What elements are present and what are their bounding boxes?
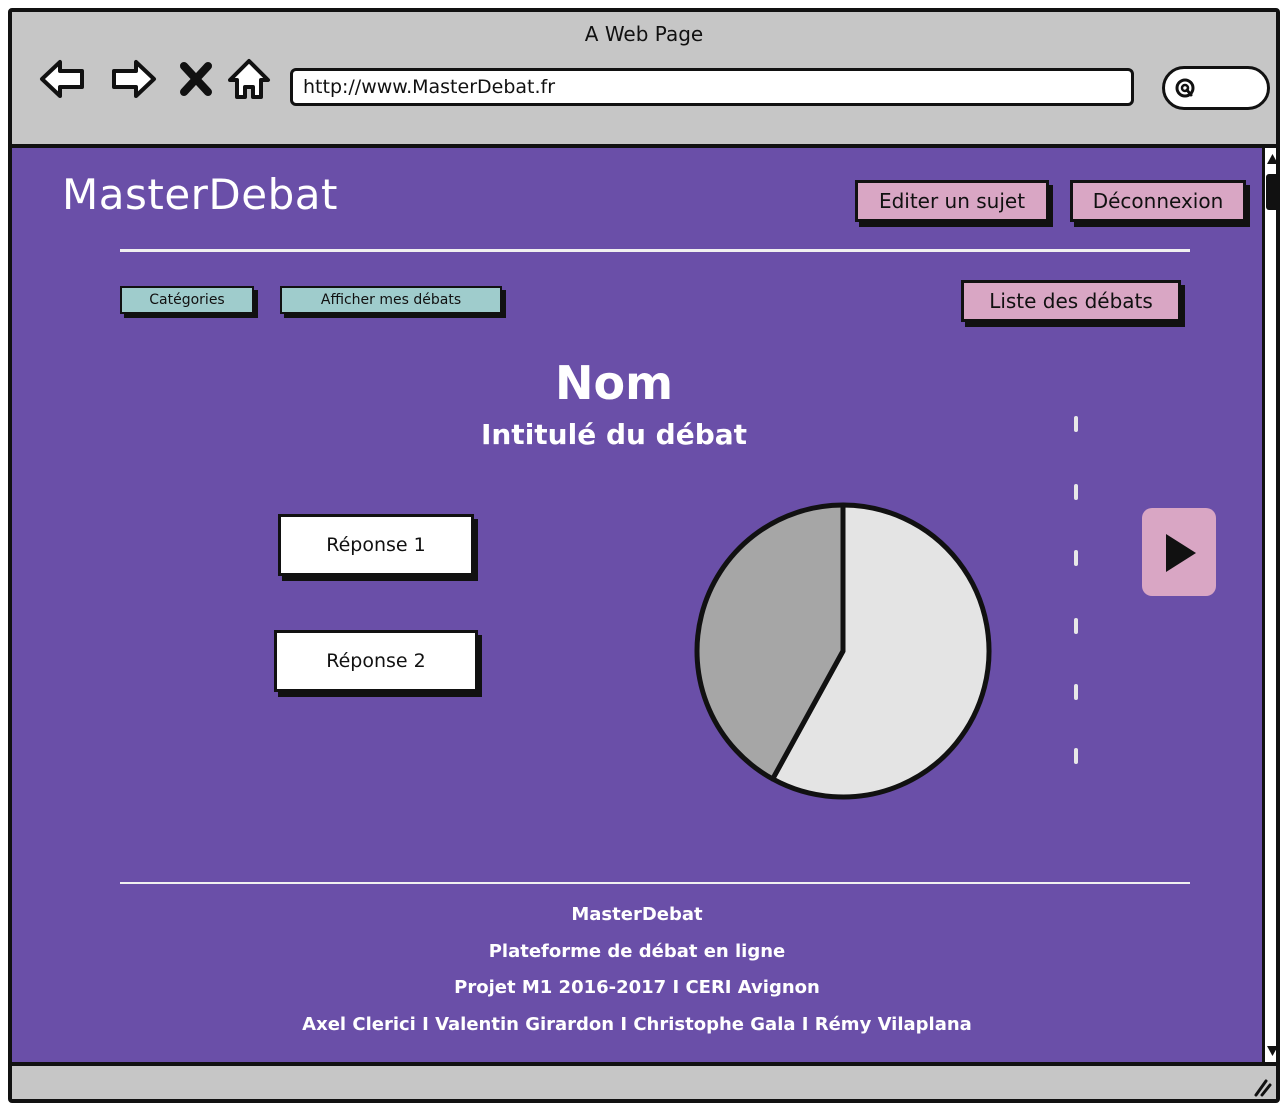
stop-icon[interactable] [176, 56, 216, 102]
scroll-down-icon[interactable] [1266, 1044, 1279, 1058]
browser-search-field[interactable] [1162, 66, 1270, 110]
vertical-scrollbar[interactable] [1262, 144, 1279, 1062]
debate-title: Intitulé du débat [480, 418, 748, 451]
debate-list-button[interactable]: Liste des débats [961, 280, 1181, 322]
forward-icon[interactable] [108, 56, 158, 102]
divider-dash [1074, 748, 1078, 764]
footer-authors: Axel Clerici I Valentin Girardon I Chris… [302, 1014, 972, 1035]
debate-name: Nom [554, 356, 674, 410]
home-icon[interactable] [226, 56, 272, 102]
play-icon [1166, 534, 1196, 572]
answer-1-button[interactable]: Réponse 1 [278, 514, 474, 576]
categories-button[interactable]: Catégories [120, 286, 254, 314]
footer-site-name: MasterDebat [571, 904, 703, 925]
scroll-thumb[interactable] [1266, 174, 1276, 210]
url-input[interactable]: http://www.MasterDebat.fr [290, 68, 1134, 106]
footer-divider [120, 882, 1190, 884]
browser-titlebar: A Web Page http://www.MasterDebat.fr [12, 12, 1276, 144]
results-pie-chart [694, 502, 992, 800]
divider-dash [1074, 416, 1078, 432]
header-divider [120, 249, 1190, 252]
browser-statusbar [12, 1062, 1276, 1099]
logout-button[interactable]: Déconnexion [1070, 180, 1246, 222]
divider-dash [1074, 550, 1078, 566]
back-icon[interactable] [38, 56, 88, 102]
page-content: MasterDebat Editer un sujet Déconnexion … [12, 144, 1262, 1062]
browser-window: A Web Page http://www.MasterDebat.fr Mas… [8, 8, 1280, 1103]
divider-dash [1074, 618, 1078, 634]
answer-2-button[interactable]: Réponse 2 [274, 630, 478, 692]
divider-dash [1074, 684, 1078, 700]
site-logo[interactable]: MasterDebat [62, 170, 338, 219]
resize-grip-icon[interactable] [1252, 1077, 1272, 1097]
scroll-up-icon[interactable] [1266, 152, 1279, 166]
window-title: A Web Page [584, 22, 704, 46]
search-icon [1175, 78, 1195, 98]
next-debate-button[interactable] [1142, 508, 1216, 596]
footer-tagline: Plateforme de débat en ligne [488, 941, 786, 962]
divider-dash [1074, 484, 1078, 500]
my-debates-button[interactable]: Afficher mes débats [280, 286, 502, 314]
edit-subject-button[interactable]: Editer un sujet [855, 180, 1049, 222]
footer-project: Projet M1 2016-2017 I CERI Avignon [454, 977, 820, 998]
